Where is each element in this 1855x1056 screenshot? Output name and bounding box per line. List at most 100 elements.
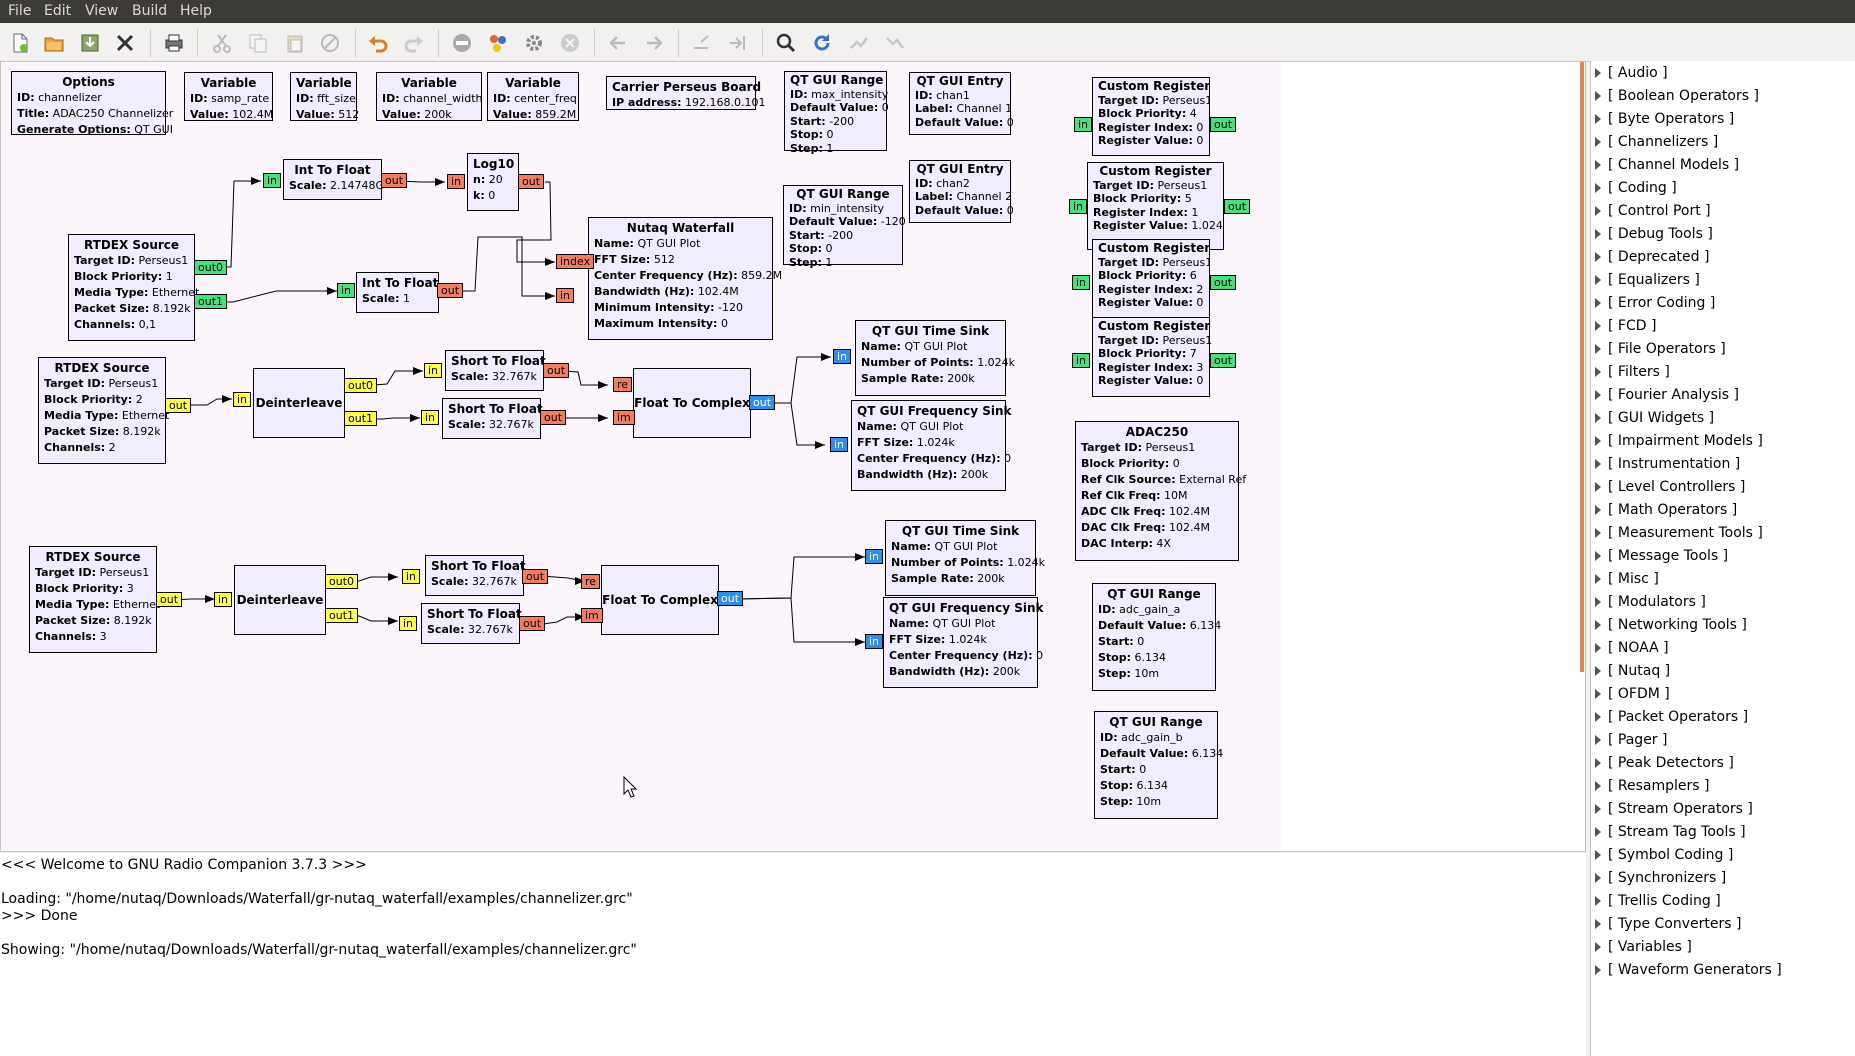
port-im[interactable]: im <box>581 608 603 623</box>
expander-arrow-icon[interactable] <box>1595 643 1601 653</box>
port-out0[interactable]: out0 <box>325 574 359 589</box>
port-out[interactable]: out <box>1210 117 1237 132</box>
save-file-icon[interactable] <box>78 31 102 55</box>
port-re[interactable]: re <box>613 377 633 392</box>
expander-arrow-icon[interactable] <box>1595 712 1601 722</box>
kill-icon[interactable] <box>558 31 582 55</box>
category-item[interactable]: [ Resamplers ] <box>1595 778 1710 794</box>
block-float-to-complex-1[interactable]: Float To Complex <box>633 368 751 438</box>
category-item[interactable]: [ Error Coding ] <box>1595 295 1715 311</box>
category-item[interactable]: [ Channelizers ] <box>1595 134 1718 150</box>
block-custom-register-1[interactable]: Custom Register Target ID: Perseus1 Bloc… <box>1092 77 1210 156</box>
category-item[interactable]: [ File Operators ] <box>1595 341 1726 357</box>
expander-arrow-icon[interactable] <box>1595 68 1601 78</box>
block-qt-gui-range-adc-gain-a[interactable]: QT GUI Range ID: adc_gain_a Default Valu… <box>1092 583 1221 691</box>
print-icon[interactable] <box>162 31 186 55</box>
category-item[interactable]: [ Packet Operators ] <box>1595 709 1748 725</box>
category-item[interactable]: [ Modulators ] <box>1595 594 1706 610</box>
category-item[interactable]: [ FCD ] <box>1595 318 1656 334</box>
port-out[interactable]: out <box>522 569 549 584</box>
console-log[interactable]: <<< Welcome to GNU Radio Companion 3.7.3… <box>0 853 1586 1056</box>
menu-help[interactable]: Help <box>180 3 212 19</box>
expander-arrow-icon[interactable] <box>1595 965 1601 975</box>
expander-arrow-icon[interactable] <box>1595 206 1601 216</box>
block-qt-gui-frequency-sink-1[interactable]: QT GUI Frequency Sink Name: QT GUI Plot … <box>851 400 1012 491</box>
expander-arrow-icon[interactable] <box>1595 827 1601 837</box>
expander-arrow-icon[interactable] <box>1595 137 1601 147</box>
expander-arrow-icon[interactable] <box>1595 666 1601 676</box>
move-left-icon[interactable] <box>606 31 630 55</box>
rotate-cw-icon[interactable] <box>726 31 750 55</box>
block-int-to-float-2[interactable]: Int To Float Scale: 1 <box>356 272 439 313</box>
rotate-ccw-icon[interactable] <box>690 31 714 55</box>
port-in[interactable]: in <box>447 174 466 189</box>
disable-bypass-icon[interactable] <box>882 31 906 55</box>
expander-arrow-icon[interactable] <box>1595 229 1601 239</box>
expander-arrow-icon[interactable] <box>1595 850 1601 860</box>
block-qt-gui-entry-chan1[interactable]: QT GUI Entry ID: chan1 Label: Channel 1 … <box>909 72 1014 135</box>
block-log10[interactable]: Log10 n: 20 k: 0 <box>467 153 519 211</box>
category-item[interactable]: [ Networking Tools ] <box>1595 617 1747 633</box>
port-in[interactable]: in <box>337 283 356 298</box>
port-out[interactable]: out <box>717 591 744 606</box>
category-item[interactable]: [ Impairment Models ] <box>1595 433 1763 449</box>
menu-view[interactable]: View <box>85 3 118 19</box>
copy-icon[interactable] <box>246 31 270 55</box>
expander-arrow-icon[interactable] <box>1595 804 1601 814</box>
port-in[interactable]: in <box>402 569 421 584</box>
block-variable-samp-rate[interactable]: Variable ID: samp_rate Value: 102.4M <box>184 72 273 121</box>
expander-arrow-icon[interactable] <box>1595 551 1601 561</box>
menu-file[interactable]: File <box>8 3 31 19</box>
block-qt-gui-range-min[interactable]: QT GUI Range ID: min_intensity Default V… <box>783 185 906 269</box>
category-item[interactable]: [ Coding ] <box>1595 180 1677 196</box>
category-item[interactable]: [ Measurement Tools ] <box>1595 525 1763 541</box>
block-short-to-float-4[interactable]: Short To Float Scale: 32.767k <box>421 603 522 644</box>
expander-arrow-icon[interactable] <box>1595 896 1601 906</box>
port-out[interactable]: out <box>543 363 570 378</box>
port-out[interactable]: out <box>749 395 776 410</box>
block-custom-register-4[interactable]: Custom Register Target ID: Perseus1 Bloc… <box>1092 317 1212 397</box>
expander-arrow-icon[interactable] <box>1595 574 1601 584</box>
block-qt-gui-time-sink-2[interactable]: QT GUI Time Sink Name: QT GUI Plot Numbe… <box>885 520 1045 596</box>
category-item[interactable]: [ Byte Operators ] <box>1595 111 1734 127</box>
block-qt-gui-time-sink-1[interactable]: QT GUI Time Sink Name: QT GUI Plot Numbe… <box>855 320 1015 396</box>
block-variable-fft-size[interactable]: Variable ID: fft_size Value: 512 <box>290 72 359 121</box>
block-short-to-float-2[interactable]: Short To Float Scale: 32.767k <box>442 398 543 439</box>
block-library-tree[interactable]: [ Audio ] [ Boolean Operators ] [ Byte Ope… <box>1590 61 1855 1056</box>
block-custom-register-2[interactable]: Custom Register Target ID: Perseus1 Bloc… <box>1087 162 1224 250</box>
redo-icon[interactable] <box>402 31 426 55</box>
expander-arrow-icon[interactable] <box>1595 298 1601 308</box>
new-file-icon[interactable] <box>8 31 32 55</box>
port-out1[interactable]: out1 <box>325 608 359 623</box>
port-in[interactable]: in <box>399 616 418 631</box>
expander-arrow-icon[interactable] <box>1595 505 1601 515</box>
category-item[interactable]: [ Peak Detectors ] <box>1595 755 1734 771</box>
expander-arrow-icon[interactable] <box>1595 183 1601 193</box>
block-adac250[interactable]: ADAC250 Target ID: Perseus1 Block Priori… <box>1075 421 1246 561</box>
category-item[interactable]: [ Control Port ] <box>1595 203 1711 219</box>
expander-arrow-icon[interactable] <box>1595 413 1601 423</box>
category-item[interactable]: [ Boolean Operators ] <box>1595 88 1759 104</box>
port-in[interactable]: in <box>1074 117 1093 132</box>
block-rtdex-source-1[interactable]: RTDEX Source Target ID: Perseus1 Block P… <box>68 234 199 341</box>
category-item[interactable]: [ Level Controllers ] <box>1595 479 1745 495</box>
expander-arrow-icon[interactable] <box>1595 482 1601 492</box>
menu-build[interactable]: Build <box>132 3 167 19</box>
port-re[interactable]: re <box>581 574 601 589</box>
port-in[interactable]: in <box>1072 353 1091 368</box>
block-qt-gui-frequency-sink-2[interactable]: QT GUI Frequency Sink Name: QT GUI Plot … <box>883 597 1044 688</box>
disable-icon[interactable] <box>450 31 474 55</box>
port-out0[interactable]: out0 <box>344 378 378 393</box>
block-int-to-float-1[interactable]: Int To Float Scale: 2.14748G <box>283 159 384 200</box>
port-in[interactable]: in <box>865 549 884 564</box>
block-variable-channel-width[interactable]: Variable ID: channel_width Value: 200k <box>376 72 482 121</box>
port-out[interactable]: out <box>519 616 546 631</box>
expander-arrow-icon[interactable] <box>1595 873 1601 883</box>
open-file-icon[interactable] <box>42 31 66 55</box>
port-in[interactable]: in <box>233 392 252 407</box>
category-item[interactable]: [ OFDM ] <box>1595 686 1670 702</box>
expander-arrow-icon[interactable] <box>1595 620 1601 630</box>
generate-icon[interactable] <box>486 31 510 55</box>
port-out1[interactable]: out1 <box>194 294 228 309</box>
expander-arrow-icon[interactable] <box>1595 114 1601 124</box>
